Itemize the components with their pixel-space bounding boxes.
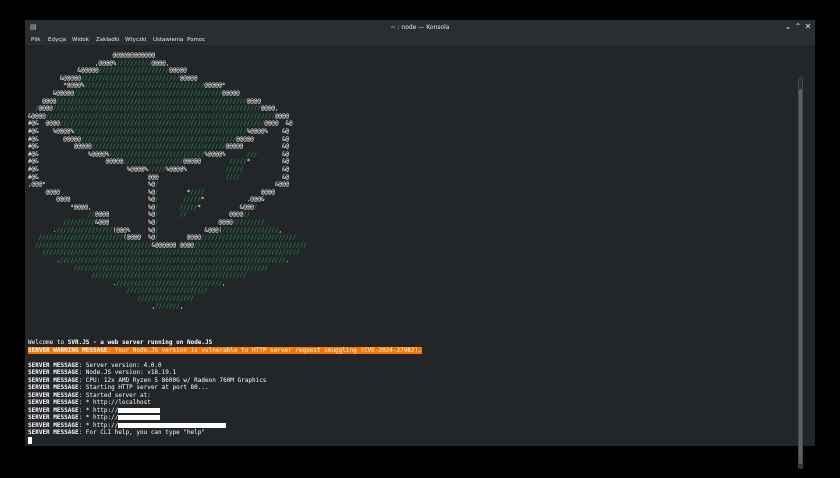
prompt-line	[28, 436, 788, 445]
message-line: SERVER MESSAGE: * http://	[28, 407, 788, 415]
menu-plugins[interactable]: Wtyczki	[125, 36, 146, 44]
menu-edit[interactable]: Edycja	[48, 36, 66, 44]
window-title: ~ : node — Konsola	[390, 24, 450, 31]
konsole-window: ▤ ~ : node — Konsola ⌄ ⌃ ✕ Plik Edycja W…	[25, 20, 815, 469]
message-line: SERVER MESSAGE: For CLI help, you can ty…	[28, 429, 206, 436]
warning-text: : Your Node.JS version is vulnerable to …	[107, 346, 422, 354]
message-line: SERVER MESSAGE: CPU: 12x AMD Ryzen 5 860…	[28, 376, 267, 384]
server-name: SVR.JS	[67, 339, 90, 346]
svrjs-ascii-logo: @@@@@@@@@@@@ ,@@@@%//////////@@@@, &@@@@…	[28, 53, 307, 310]
terminal-output: Welcome to SVR.JS - a web server running…	[28, 339, 788, 444]
warning-line: SERVER WARNING MESSAGE: Your Node.JS ver…	[28, 346, 788, 354]
menu-file[interactable]: Plik	[31, 36, 41, 44]
maximize-icon[interactable]: ⌃	[793, 22, 803, 32]
message-line: SERVER MESSAGE: Node.JS version: v18.19.…	[28, 369, 177, 376]
redacted-address	[118, 415, 161, 420]
warning-label: SERVER WARNING MESSAGE	[28, 346, 108, 354]
welcome-line: Welcome to SVR.JS - a web server running…	[28, 339, 213, 346]
message-line: SERVER MESSAGE: * http://	[28, 422, 788, 430]
menu-view[interactable]: Widok	[72, 36, 89, 44]
scrollbar-thumb[interactable]	[799, 89, 802, 464]
close-icon[interactable]: ✕	[803, 22, 813, 32]
message-line: SERVER MESSAGE: Started server at:	[28, 391, 151, 399]
title-bar[interactable]: ▤ ~ : node — Konsola ⌄ ⌃ ✕	[25, 20, 815, 35]
vertical-scrollbar[interactable]	[798, 77, 803, 469]
redacted-address	[118, 407, 161, 413]
message-line: SERVER MESSAGE: Starting HTTP server at …	[28, 384, 209, 391]
menu-bar: Plik Edycja Widok Zakładki Wtyczki Ustaw…	[25, 35, 815, 45]
minimize-icon[interactable]: ⌄	[783, 22, 793, 32]
message-line: SERVER MESSAGE: Server version: 4.0.0	[28, 361, 162, 369]
message-line: SERVER MESSAGE: * http://	[28, 414, 788, 422]
text-cursor	[28, 436, 32, 444]
terminal-area[interactable]: @@@@@@@@@@@@ ,@@@@%//////////@@@@, &@@@@…	[25, 47, 805, 469]
menu-settings[interactable]: Ustawienia	[153, 36, 183, 44]
menu-help[interactable]: Pomoc	[187, 36, 205, 44]
message-line: SERVER MESSAGE: * http://localhost	[28, 399, 151, 406]
redacted-address	[118, 422, 227, 428]
menu-bookmarks[interactable]: Zakładki	[96, 36, 119, 44]
